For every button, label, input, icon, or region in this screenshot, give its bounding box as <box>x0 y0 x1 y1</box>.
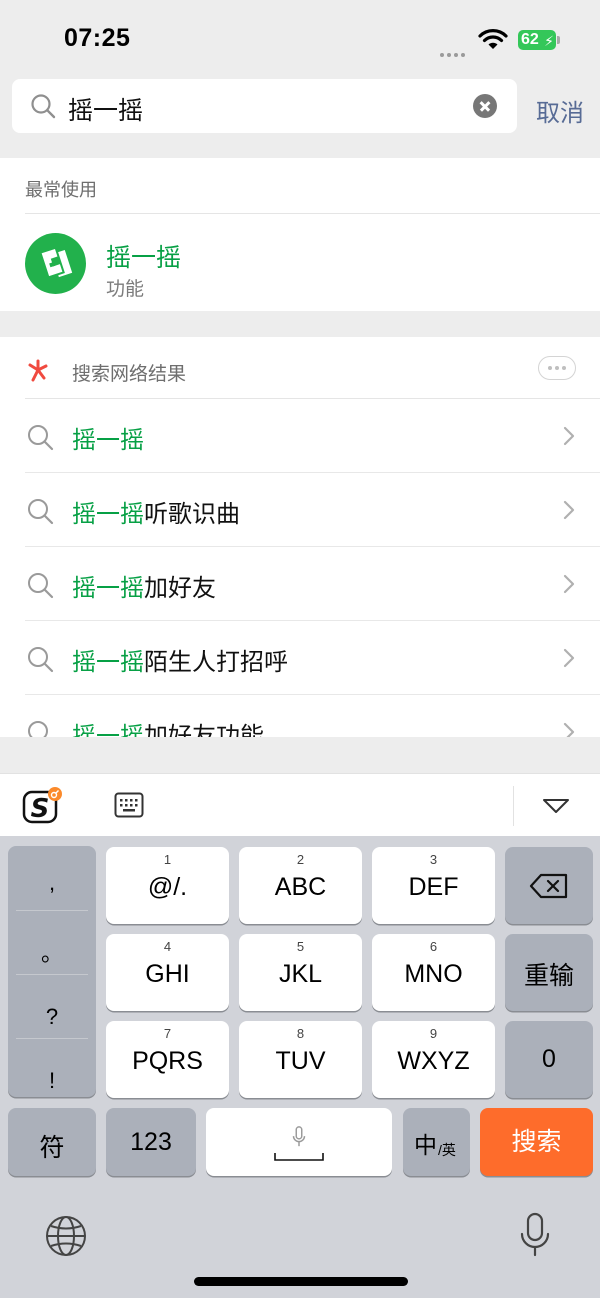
section-title-web-results: 搜索网络结果 <box>72 364 187 385</box>
most-used-item-subtitle: 功能 <box>106 279 145 300</box>
microphone-icon <box>292 1126 306 1147</box>
cancel-button[interactable]: 取消 <box>536 93 584 128</box>
divider <box>16 1038 88 1039</box>
chevron-right-icon <box>563 426 575 446</box>
keyboard: , 。 ? ! 1 @/. 2 ABC 3 DEF 4 GHI 5 JKL 6 … <box>0 836 600 1298</box>
web-result-text: 摇一摇加好友功能 <box>72 723 264 737</box>
search-icon <box>31 94 56 119</box>
key-4[interactable]: 4 GHI <box>106 934 229 1011</box>
search-key[interactable]: 搜索 <box>480 1108 593 1176</box>
chevron-right-icon <box>563 500 575 520</box>
web-results-section: 搜索网络结果 摇一摇 摇一摇听歌识曲 摇一摇加好友 摇一摇陌生人打招呼 摇一摇加… <box>0 337 600 737</box>
backspace-icon <box>529 873 568 899</box>
symbols-key[interactable]: 符 <box>8 1108 96 1176</box>
search-icon <box>28 499 54 525</box>
divider <box>16 910 88 911</box>
most-used-section: 最常使用 摇一摇 功能 <box>0 158 600 311</box>
web-result-text: 摇一摇 <box>72 427 144 454</box>
search-query-text: 摇一摇 <box>68 97 144 125</box>
hide-keyboard-icon[interactable] <box>541 796 571 816</box>
web-result-item[interactable]: 摇一摇加好友 <box>0 547 600 621</box>
space-key[interactable] <box>206 1108 392 1176</box>
svg-text:S: S <box>31 794 50 824</box>
key-7[interactable]: 7 PQRS <box>106 1021 229 1098</box>
dictation-microphone-icon[interactable] <box>518 1212 552 1258</box>
key-0[interactable]: 0 <box>505 1021 593 1098</box>
battery-indicator: 62 ⚡ <box>518 30 560 50</box>
web-result-text: 摇一摇陌生人打招呼 <box>72 649 288 676</box>
chevron-right-icon <box>563 648 575 668</box>
punct-key-exclaim[interactable]: ! <box>8 1068 96 1094</box>
key-8[interactable]: 8 TUV <box>239 1021 362 1098</box>
web-result-text: 摇一摇听歌识曲 <box>72 501 240 528</box>
key-2[interactable]: 2 ABC <box>239 847 362 924</box>
divider <box>25 213 600 214</box>
home-indicator[interactable] <box>194 1277 408 1286</box>
web-result-item[interactable]: 摇一摇陌生人打招呼 <box>0 621 600 695</box>
battery-level: 62 <box>521 31 539 48</box>
shake-app-icon <box>25 233 86 294</box>
punct-key-comma[interactable]: , <box>8 870 96 896</box>
divider <box>513 786 514 826</box>
sogou-ime-logo-icon[interactable]: S <box>22 786 62 826</box>
charging-bolt-icon: ⚡ <box>544 33 554 49</box>
section-title-most-used: 最常使用 <box>25 180 97 200</box>
divider <box>16 974 88 975</box>
search-icon <box>28 647 54 673</box>
globe-icon[interactable] <box>44 1214 88 1258</box>
search-icon <box>28 425 54 451</box>
key-9[interactable]: 9 WXYZ <box>372 1021 495 1098</box>
punct-key-period[interactable]: 。 <box>8 936 96 968</box>
keyboard-icon[interactable] <box>114 792 144 818</box>
keyboard-toolbar: S <box>0 773 600 836</box>
most-used-item-title: 摇一摇 <box>106 244 182 272</box>
web-search-logo-icon <box>28 359 48 382</box>
reinput-key[interactable]: 重输 <box>505 934 593 1011</box>
key-6[interactable]: 6 MNO <box>372 934 495 1011</box>
language-switch-key[interactable]: 中 /英 <box>403 1108 470 1176</box>
web-result-item[interactable]: 摇一摇 <box>0 399 600 473</box>
search-icon <box>28 573 54 599</box>
web-result-text: 摇一摇加好友 <box>72 575 216 602</box>
backspace-key[interactable] <box>505 847 593 924</box>
search-icon <box>28 721 48 737</box>
punct-key-question[interactable]: ? <box>8 1004 96 1030</box>
status-time: 07:25 <box>64 24 131 52</box>
wifi-icon <box>478 29 508 49</box>
web-result-item[interactable]: 摇一摇加好友功能 <box>0 695 600 737</box>
chevron-right-icon <box>563 574 575 594</box>
key-5[interactable]: 5 JKL <box>239 934 362 1011</box>
numbers-key[interactable]: 123 <box>106 1108 196 1176</box>
clear-search-button[interactable] <box>473 94 497 118</box>
status-bar: 07:25 62 ⚡ <box>0 0 600 74</box>
key-3[interactable]: 3 DEF <box>372 847 495 924</box>
cellular-signal-icon <box>440 44 470 57</box>
space-bar-icon <box>274 1153 324 1161</box>
web-result-item[interactable]: 摇一摇听歌识曲 <box>0 473 600 547</box>
key-1[interactable]: 1 @/. <box>106 847 229 924</box>
more-options-button[interactable] <box>538 356 576 380</box>
chevron-right-icon <box>563 722 575 737</box>
punctuation-column: , 。 ? ! <box>8 846 96 1097</box>
search-input[interactable]: 摇一摇 <box>12 79 517 133</box>
